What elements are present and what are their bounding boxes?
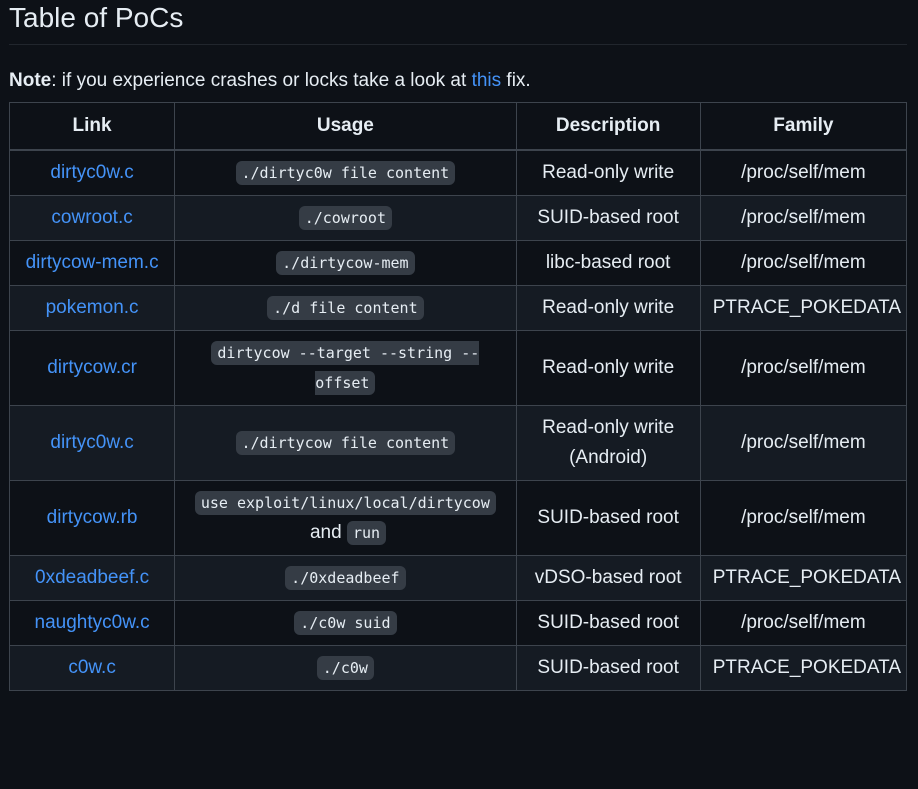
cell-link: dirtycow.cr xyxy=(8,330,176,406)
cell-family: /proc/self/mem xyxy=(699,480,908,556)
cell-usage: ./0xdeadbeef xyxy=(174,555,517,601)
table-row: c0w.c ./c0w SUID-based root PTRACE_POKEDATA xyxy=(8,645,908,691)
cell-link: dirtyc0w.c xyxy=(8,149,176,196)
cell-description: SUID-based root xyxy=(515,645,701,691)
note-text-after: fix. xyxy=(501,70,531,91)
poc-file-link[interactable]: dirtycow-mem.c xyxy=(26,252,159,273)
cell-usage: ./dirtyc0w file content xyxy=(174,149,517,196)
table-row: cowroot.c ./cowroot SUID-based root/proc/s… xyxy=(8,195,908,241)
cell-family: /proc/self/mem xyxy=(699,149,908,196)
cell-family: /proc/self/mem xyxy=(699,195,908,241)
cell-family: /proc/self/mem xyxy=(699,600,908,646)
column-header-link: Link xyxy=(8,102,176,151)
cell-link: 0xdeadbeef.c xyxy=(8,555,176,601)
note-text-before: : if you experience crashes or locks tak… xyxy=(51,70,472,91)
cell-link: cowroot.c xyxy=(8,195,176,241)
usage-command: ./dirtycow-mem xyxy=(276,251,415,275)
section-heading: Table of PoCs xyxy=(9,2,184,33)
usage-command: ./dirtycow file content xyxy=(235,431,456,455)
usage-command: ./c0w suid xyxy=(294,611,397,635)
note-paragraph: Note: if you experience crashes or locks… xyxy=(9,67,907,95)
usage-command: dirtycow --target --string --offset xyxy=(211,341,480,395)
cell-family: /proc/self/mem xyxy=(699,240,908,286)
usage-command: ./dirtyc0w file content xyxy=(235,161,456,185)
heading-divider xyxy=(9,44,907,45)
cell-link: dirtycow-mem.c xyxy=(8,240,176,286)
cell-usage: dirtycow --target --string --offset xyxy=(174,330,517,406)
table-header-row: Link Usage Description Family xyxy=(8,102,908,151)
cell-description: Read-only write xyxy=(515,149,701,196)
cell-usage: ./d file content xyxy=(174,285,517,331)
cell-usage: use exploit/linux/local/dirtycow and run xyxy=(174,480,517,556)
poc-file-link[interactable]: cowroot.c xyxy=(51,207,132,228)
cell-usage: ./cowroot xyxy=(174,195,517,241)
table-row: naughtyc0w.c ./c0w suid SUID-based root/pr… xyxy=(8,600,908,646)
cell-description: Read-only write xyxy=(515,285,701,331)
column-header-family: Family xyxy=(699,102,908,151)
poc-file-link[interactable]: c0w.c xyxy=(68,657,116,678)
usage-command: use exploit/linux/local/dirtycow xyxy=(194,491,496,515)
usage-command: ./cowroot xyxy=(298,206,392,230)
table-row: 0xdeadbeef.c ./0xdeadbeef vDSO-based root P… xyxy=(8,555,908,601)
cell-link: naughtyc0w.c xyxy=(8,600,176,646)
cell-usage: ./dirtycow-mem xyxy=(174,240,517,286)
poc-file-link[interactable]: dirtyc0w.c xyxy=(50,162,133,183)
cell-description: SUID-based root xyxy=(515,195,701,241)
usage-connector: and xyxy=(304,522,347,543)
poc-file-link[interactable]: 0xdeadbeef.c xyxy=(35,567,149,588)
column-header-usage: Usage xyxy=(174,102,517,151)
cell-description: libc-based root xyxy=(515,240,701,286)
table-row: dirtyc0w.c ./dirtyc0w file content Read-on… xyxy=(8,149,908,196)
cell-description: SUID-based root xyxy=(515,480,701,556)
readme-content: Table of PoCs Note: if you experience cr… xyxy=(8,0,908,691)
table-row: dirtyc0w.c ./dirtycow file content Read-on… xyxy=(8,405,908,481)
cell-family: /proc/self/mem xyxy=(699,405,908,481)
usage-command: ./0xdeadbeef xyxy=(285,566,406,590)
cell-link: dirtyc0w.c xyxy=(8,405,176,481)
pocs-table: Link Usage Description Family dirtyc0w.c… xyxy=(8,102,908,691)
cell-link: dirtycow.rb xyxy=(8,480,176,556)
cell-family: PTRACE_POKEDATA xyxy=(699,285,908,331)
cell-link: pokemon.c xyxy=(8,285,176,331)
poc-file-link[interactable]: dirtycow.cr xyxy=(47,357,137,378)
column-header-description: Description xyxy=(515,102,701,151)
cell-link: c0w.c xyxy=(8,645,176,691)
poc-file-link[interactable]: naughtyc0w.c xyxy=(35,612,150,633)
table-row: dirtycow.cr dirtycow --target --string --… xyxy=(8,330,908,406)
cell-usage: ./c0w xyxy=(174,645,517,691)
fix-link[interactable]: this xyxy=(472,70,502,91)
cell-usage: ./dirtycow file content xyxy=(174,405,517,481)
cell-description: Read-only write xyxy=(515,330,701,406)
usage-command: ./d file content xyxy=(267,296,424,320)
cell-description: Read-only write (Android) xyxy=(515,405,701,481)
poc-file-link[interactable]: dirtyc0w.c xyxy=(50,432,133,453)
cell-description: SUID-based root xyxy=(515,600,701,646)
poc-file-link[interactable]: pokemon.c xyxy=(46,297,139,318)
usage-command-secondary: run xyxy=(346,521,387,545)
cell-usage: ./c0w suid xyxy=(174,600,517,646)
cell-family: PTRACE_POKEDATA xyxy=(699,555,908,601)
cell-family: PTRACE_POKEDATA xyxy=(699,645,908,691)
table-row: dirtycow-mem.c ./dirtycow-mem libc-based r… xyxy=(8,240,908,286)
poc-file-link[interactable]: dirtycow.rb xyxy=(47,507,138,528)
table-row: pokemon.c ./d file content Read-only write… xyxy=(8,285,908,331)
cell-family: /proc/self/mem xyxy=(699,330,908,406)
table-row: dirtycow.rb use exploit/linux/local/dirty… xyxy=(8,480,908,556)
usage-command: ./c0w xyxy=(316,656,374,680)
cell-description: vDSO-based root xyxy=(515,555,701,601)
note-label: Note xyxy=(9,70,52,91)
